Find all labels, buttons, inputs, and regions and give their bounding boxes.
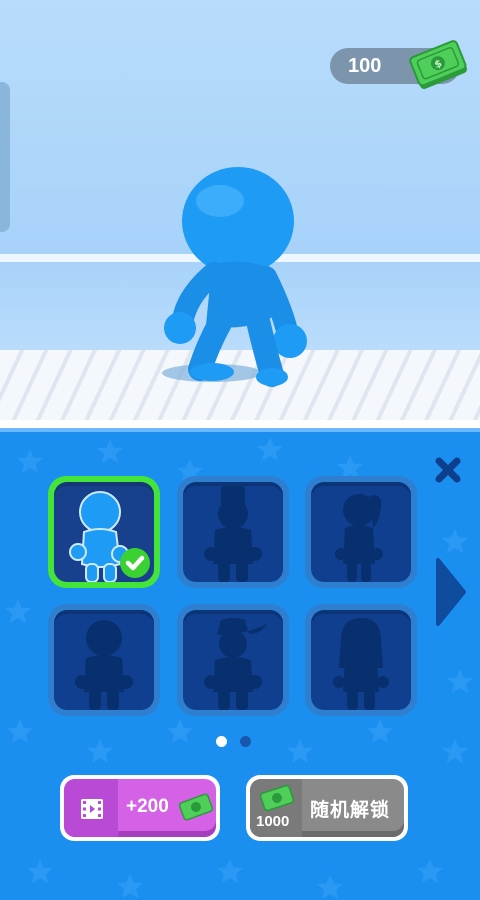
video-icon xyxy=(81,799,103,819)
watch-ad-reward-button[interactable]: +200 xyxy=(60,775,220,841)
character-slot-locked[interactable] xyxy=(177,604,289,716)
cash-bill-icon: $ xyxy=(409,40,467,89)
cash-bill-icon xyxy=(260,784,294,812)
next-page-arrow-icon[interactable] xyxy=(434,556,468,628)
long-hair-silhouette-icon xyxy=(333,618,389,710)
close-button[interactable] xyxy=(432,454,464,486)
random-unlock-label: 随机解锁 xyxy=(310,800,391,821)
character-slot-selected[interactable] xyxy=(48,476,160,588)
ad-reward-amount: +200 xyxy=(126,796,169,817)
floor-edge xyxy=(0,420,480,428)
character-slot-locked[interactable] xyxy=(305,476,417,588)
character-slot-locked[interactable] xyxy=(177,476,289,588)
random-unlock-button[interactable]: 1000 随机解锁 xyxy=(246,775,408,841)
character-shop-panel: +200 1000 随机解锁 xyxy=(0,428,480,900)
side-handle[interactable] xyxy=(0,82,10,232)
character-slot-locked[interactable] xyxy=(305,604,417,716)
unlock-cost: 1000 xyxy=(256,813,290,830)
character-slot-locked[interactable] xyxy=(48,604,160,716)
bun-hair-silhouette-icon xyxy=(75,620,133,710)
currency-value: 100 xyxy=(348,55,382,77)
page-indicator[interactable] xyxy=(240,736,251,747)
page-indicator-active[interactable] xyxy=(216,736,227,747)
ponytail-silhouette-icon xyxy=(335,494,383,582)
cowboy-silhouette-icon xyxy=(201,618,267,710)
character-preview-scene: 100 $ xyxy=(0,0,480,428)
tall-hat-silhouette-icon xyxy=(204,486,262,582)
selected-check-icon xyxy=(120,548,150,578)
cash-bill-icon xyxy=(178,793,214,821)
close-x-icon xyxy=(435,457,461,483)
character-model xyxy=(162,167,307,387)
currency-counter: 100 $ xyxy=(330,40,467,89)
